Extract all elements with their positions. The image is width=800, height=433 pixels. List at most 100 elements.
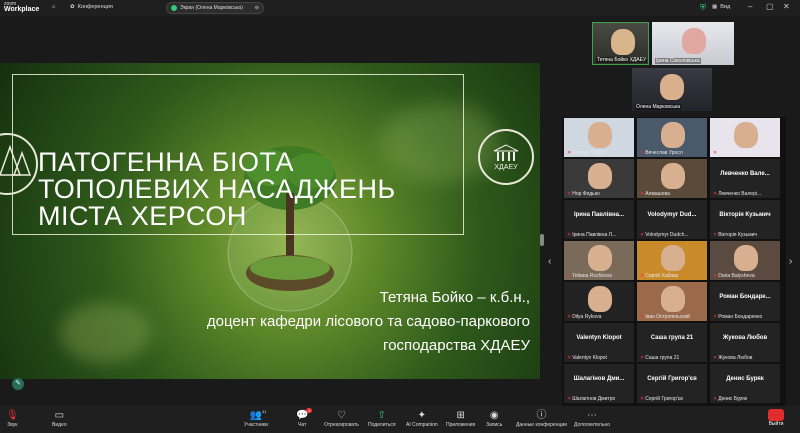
speaker-tile[interactable]: Ірина Соколовська: [652, 22, 734, 65]
participant-tile[interactable]: ✕Ганна Минкіна: [710, 118, 780, 157]
participant-name: Daria Balysheva: [718, 273, 755, 279]
mic-muted-icon: ✕: [640, 355, 645, 361]
leave-button[interactable]: Выйти: [768, 409, 784, 427]
participant-display-name: Денис Буряк: [726, 376, 764, 382]
view-button[interactable]: ▦ Вид: [712, 4, 730, 10]
slide-author: Тетяна Бойко – к.б.н., доцент кафедри лі…: [206, 289, 530, 354]
participant-tile[interactable]: Шалагінов Дми... ✕Шалагінов Дмитро: [564, 364, 634, 403]
more-button[interactable]: ⋯ Дополнительно: [574, 410, 610, 428]
participant-display-name: Сергій Григор'єв: [647, 376, 697, 382]
participant-display-name: Роман Бондаре...: [719, 294, 771, 300]
participant-tile[interactable]: Жукова Любов ✕Жукова Любов: [710, 323, 780, 362]
home-button[interactable]: ⌂: [52, 4, 55, 10]
participant-tile[interactable]: ✕Вячеслав Уросл: [637, 118, 707, 157]
mic-muted-icon: ✕: [640, 314, 645, 320]
participants-button[interactable]: 👥 Участники 41: [244, 409, 268, 428]
screen-share-indicator[interactable]: Экран (Олена Марковська) ⊖: [166, 2, 264, 14]
participant-tile[interactable]: ✕Алмашова: [637, 159, 707, 198]
participant-face: [588, 245, 612, 271]
grid-icon: ▦: [712, 4, 718, 10]
security-icon[interactable]: ⛨: [700, 3, 706, 13]
options-icon[interactable]: ⊖: [255, 5, 259, 11]
next-page-icon[interactable]: ›: [789, 256, 792, 267]
paw-icon: ✿: [70, 4, 75, 10]
participant-name-label: ✕Жукова Любов: [713, 355, 752, 361]
participant-display-name: Volodymyr Dud...: [647, 212, 697, 218]
participant-tile[interactable]: ✕Daria Balysheva: [710, 241, 780, 280]
participant-display-name: Valentyn Klopot: [576, 335, 622, 341]
mic-muted-icon: ✕: [713, 314, 718, 320]
participant-name-label: ✕Шалагінов Дмитро: [567, 396, 615, 402]
participant-name: Dilya Rykova: [572, 314, 602, 320]
participant-tile[interactable]: Денис Буряк ✕Денис Буряк: [710, 364, 780, 403]
participant-face: [588, 163, 612, 189]
participant-face: [588, 122, 612, 148]
conference-tab[interactable]: ✿ Конференция: [70, 4, 113, 10]
video-button[interactable]: ▭ Видео: [52, 410, 67, 428]
participant-tile[interactable]: Ірина Павлівна... ✕Ірина Павлівна Л...: [564, 200, 634, 239]
annotate-icon[interactable]: ✎: [12, 378, 24, 390]
participant-name: Роман Бондаренко: [718, 314, 763, 320]
participant-tile[interactable]: ✕Іван Остропільский: [637, 282, 707, 321]
participant-name: Саша група 21: [645, 355, 680, 361]
participant-name: Вячеслав Уросл: [645, 150, 683, 156]
participant-tile[interactable]: ✕Сергій Хаблак: [637, 241, 707, 280]
participant-display-name: Жукова Любов: [722, 335, 768, 341]
participant-tile[interactable]: Роман Бондаре... ✕Роман Бондаренко: [710, 282, 780, 321]
participant-face: [588, 286, 612, 312]
participant-name-label: ✕Ірина Павлівна Л...: [567, 232, 616, 238]
participant-tile[interactable]: ✕Тетяна ХОДОС: [564, 118, 634, 157]
close-icon[interactable]: ✕: [783, 2, 790, 11]
apps-button[interactable]: ⊞ Приложения: [446, 410, 475, 428]
participant-name-label: ✕Вячеслав Уросл: [640, 150, 683, 156]
participant-name-label: ✕Левченко Валері...: [713, 191, 761, 197]
participant-tile[interactable]: Вікторія Кузьмич ✕Вікторія Кузьмич: [710, 200, 780, 239]
meeting-info-button[interactable]: ⓘ Данные конференции: [516, 410, 567, 428]
mic-muted-icon: ✕: [713, 355, 718, 361]
minimize-icon[interactable]: –: [748, 2, 752, 11]
participant-display-name: Левченко Вале...: [720, 171, 770, 177]
audio-button[interactable]: 🎙 Звук: [6, 410, 19, 428]
participant-tile[interactable]: Volodymyr Dud... ✕Volodymyr Dudch...: [637, 200, 707, 239]
panel-resize-handle[interactable]: [540, 234, 544, 246]
apps-icon: ⊞: [456, 410, 465, 421]
share-button[interactable]: ⇧ Поделиться: [368, 410, 396, 428]
react-button[interactable]: ♡ Отреагировать: [324, 410, 359, 428]
participant-name-label: ✕Саша група 21: [640, 355, 679, 361]
participant-name: Вікторія Кузьмич: [718, 232, 758, 238]
speaker-tile[interactable]: Тетяна Бойко ХДАЕУ: [592, 22, 649, 65]
participant-name-label: ✕Алмашова: [640, 191, 670, 197]
mic-muted-icon: ✕: [567, 355, 572, 361]
participant-face: [661, 245, 685, 271]
mic-muted-icon: ✕: [640, 150, 645, 156]
participant-name: Сергій Григор'єв: [645, 396, 683, 402]
participant-name-label: ✕Tetiana Rozhkova: [567, 273, 612, 279]
leave-icon: [768, 409, 784, 421]
prev-page-icon[interactable]: ‹: [548, 256, 551, 267]
maximize-icon[interactable]: ▢: [766, 2, 774, 11]
chat-button[interactable]: 💬 Чат 1: [296, 408, 313, 428]
participant-face: [734, 245, 758, 271]
mic-muted-icon: 🎙: [6, 410, 19, 421]
speaker-tile[interactable]: Олена Марковська: [632, 68, 712, 111]
meeting-toolbar: 🎙 Звук ▭ Видео 👥 Участники 41 💬 Чат 1 ♡ …: [0, 406, 800, 433]
participant-face: [734, 122, 758, 148]
mic-muted-icon: ✕: [640, 232, 645, 238]
participant-tile[interactable]: Саша група 21 ✕Саша група 21: [637, 323, 707, 362]
participant-name: Ганна Минкіна: [718, 150, 752, 156]
mic-muted-icon: ✕: [567, 396, 572, 402]
mic-muted-icon: ✕: [640, 396, 645, 402]
participant-name: Volodymyr Dudch...: [645, 232, 689, 238]
participant-tile[interactable]: Сергій Григор'єв ✕Сергій Григор'єв: [637, 364, 707, 403]
participant-tile[interactable]: Левченко Вале... ✕Левченко Валері...: [710, 159, 780, 198]
participant-tile[interactable]: ✕Нор Федько: [564, 159, 634, 198]
participant-tile[interactable]: ✕Tetiana Rozhkova: [564, 241, 634, 280]
participant-tile[interactable]: ✕Dilya Rykova: [564, 282, 634, 321]
record-button[interactable]: ◉ Запись: [486, 410, 502, 428]
participant-tile[interactable]: Valentyn Klopot ✕Valentyn Klopot: [564, 323, 634, 362]
presentation-slide: ПАТОГЕННА БІОТА ТОПОЛЕВИХ НАСАДЖЕНЬ МІСТ…: [0, 63, 540, 379]
ai-companion-button[interactable]: ✦ AI Companion: [406, 410, 438, 428]
mic-muted-icon: ✕: [567, 273, 572, 279]
camera-icon: ▭: [54, 410, 65, 421]
participant-face: [661, 286, 685, 312]
